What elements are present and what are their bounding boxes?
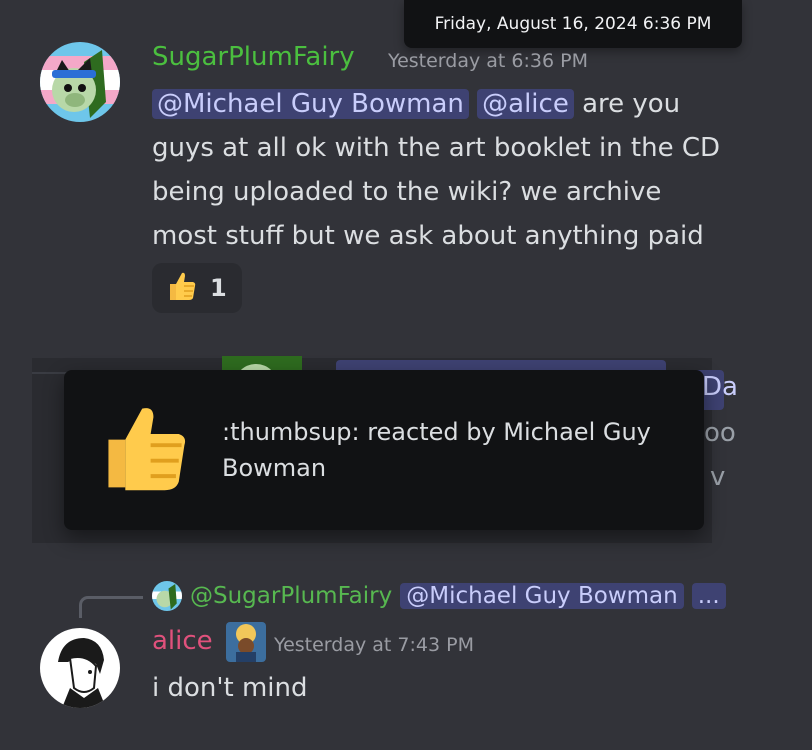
avatar-alice[interactable] <box>40 628 120 708</box>
reaction-count: 1 <box>210 274 227 302</box>
message-text-line: guys at all ok with the art booklet in t… <box>152 133 721 163</box>
author-name[interactable]: SugarPlumFairy <box>152 42 355 72</box>
reaction-tooltip: :thumbsup: reacted by Michael Guy Bowman <box>64 370 704 530</box>
mention-alice[interactable]: @alice <box>477 89 574 119</box>
thumbsup-icon <box>100 400 190 500</box>
timestamp-tooltip: Friday, August 16, 2024 6:36 PM <box>404 0 742 48</box>
reply-avatar <box>152 581 182 611</box>
message-text-line: being uploaded to the wiki? we archive <box>152 177 662 207</box>
obscured-text: oo <box>704 418 736 448</box>
reply-author[interactable]: @SugarPlumFairy <box>190 583 392 609</box>
message-text-line: are you <box>582 89 681 119</box>
role-badge-icon <box>226 622 266 662</box>
message-timestamp[interactable]: Yesterday at 7:43 PM <box>274 634 474 656</box>
mention-michael-guy-bowman[interactable]: @Michael Guy Bowman <box>152 89 469 119</box>
timestamp-tooltip-text: Friday, August 16, 2024 6:36 PM <box>434 14 712 34</box>
reaction-thumbsup[interactable]: 1 <box>152 263 242 313</box>
obscured-text: Da <box>702 372 738 402</box>
message-content: i don't mind <box>152 673 308 703</box>
reaction-tooltip-text: :thumbsup: reacted by Michael Guy Bowman <box>222 418 651 482</box>
reply-overflow: ... <box>691 583 726 609</box>
author-name[interactable]: alice <box>152 626 213 656</box>
thumbsup-icon <box>166 270 198 306</box>
reply-preview[interactable]: @SugarPlumFairy @Michael Guy Bowman ... <box>152 578 726 614</box>
message-text-line: most stuff but we ask about anything pai… <box>152 221 704 251</box>
message-timestamp[interactable]: Yesterday at 6:36 PM <box>388 50 588 72</box>
reply-connector <box>79 596 143 618</box>
obscured-text: v <box>710 462 726 492</box>
reply-mention[interactable]: @Michael Guy Bowman <box>400 583 684 609</box>
message-content: @Michael Guy Bowman @alice are you guys … <box>152 82 792 258</box>
avatar-sugarplumfairy[interactable] <box>40 42 120 122</box>
